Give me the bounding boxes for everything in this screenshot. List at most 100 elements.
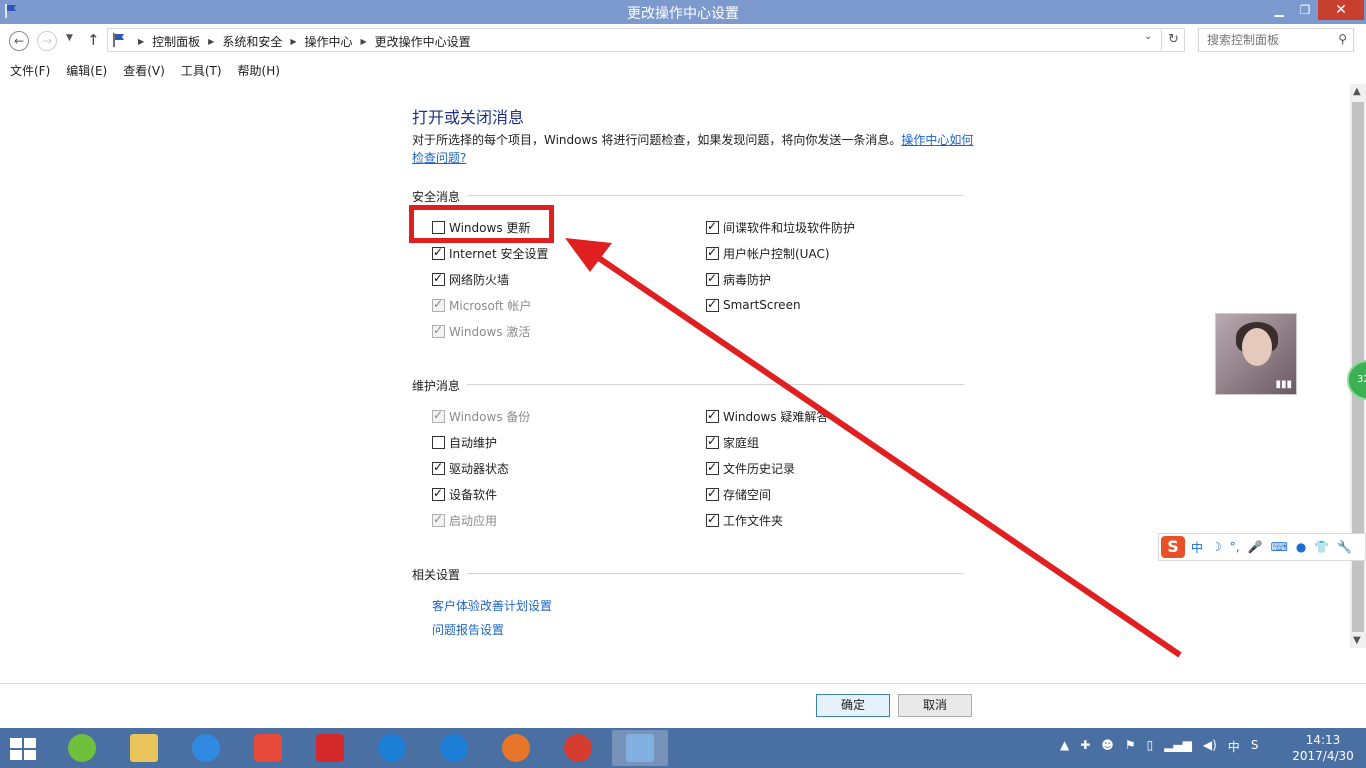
microphone-icon[interactable]: 🎤 — [1248, 540, 1263, 554]
checkbox-label[interactable]: 工作文件夹 — [723, 512, 783, 529]
ceip-settings-link[interactable]: 客户体验改善计划设置 — [432, 597, 552, 614]
menu-view[interactable]: 查看(V) — [123, 60, 165, 82]
checkbox-box[interactable] — [706, 297, 719, 312]
minimize-button[interactable]: ▁ — [1266, 0, 1292, 20]
punctuation-icon[interactable]: °, — [1230, 540, 1240, 554]
cancel-button[interactable]: 取消 — [898, 694, 972, 717]
checkbox-box[interactable] — [706, 434, 719, 449]
start-button[interactable] — [10, 738, 38, 760]
taskbar-app-launcher[interactable] — [54, 730, 110, 766]
search-input[interactable] — [1199, 29, 1329, 51]
checkbox-label[interactable]: 家庭组 — [723, 434, 759, 451]
network-icon[interactable]: ▂▄▆ — [1164, 738, 1192, 755]
plus-icon[interactable]: ✚ — [1080, 738, 1090, 755]
checkbox-box[interactable] — [706, 245, 719, 260]
forward-button[interactable]: → — [37, 31, 57, 51]
search-box[interactable]: ⚲ — [1198, 28, 1354, 52]
taskbar-chrome[interactable] — [550, 730, 606, 766]
ime-tray[interactable]: 中 — [1228, 738, 1240, 755]
checkbox-box[interactable] — [432, 245, 445, 260]
address-bar[interactable]: ▶ 控制面板 ▶ 系统和安全 ▶ 操作中心 ▶ 更改操作中心设置 — [107, 28, 1162, 52]
user-icon[interactable]: ● — [1296, 540, 1306, 554]
checkbox-virus-protection[interactable]: 病毒防护 — [706, 270, 771, 288]
checkbox-box[interactable] — [432, 460, 445, 475]
taskbar-file-explorer[interactable] — [116, 730, 172, 766]
checkbox-box[interactable] — [432, 486, 445, 501]
menu-edit[interactable]: 编辑(E) — [66, 60, 107, 82]
checkbox-box[interactable] — [706, 486, 719, 501]
checkbox-troubleshooting[interactable]: Windows 疑难解答 — [706, 407, 828, 425]
checkbox-file-history[interactable]: 文件历史记录 — [706, 459, 795, 477]
menu-file[interactable]: 文件(F) — [10, 60, 50, 82]
menu-help[interactable]: 帮助(H) — [238, 60, 280, 82]
maximize-button[interactable]: ❐ — [1292, 0, 1318, 20]
checkbox-label[interactable]: Windows 疑难解答 — [723, 408, 828, 425]
checkbox-spyware-protection[interactable]: 间谍软件和垃圾软件防护 — [706, 218, 855, 236]
checkbox-device-software[interactable]: 设备软件 — [432, 485, 497, 503]
taskbar-wps[interactable] — [240, 730, 296, 766]
ime-mode[interactable]: 中 — [1191, 539, 1203, 556]
scroll-up-icon[interactable]: ▲ — [1353, 86, 1361, 97]
taskbar-firefox[interactable] — [488, 730, 544, 766]
checkbox-work-folders[interactable]: 工作文件夹 — [706, 511, 783, 529]
checkbox-uac[interactable]: 用户帐户控制(UAC) — [706, 244, 830, 262]
checkbox-label[interactable]: 设备软件 — [449, 486, 497, 503]
skin-icon[interactable]: 👕 — [1314, 540, 1329, 554]
checkbox-label[interactable]: 间谍软件和垃圾软件防护 — [723, 219, 855, 236]
power-icon[interactable]: ▯ — [1147, 738, 1154, 755]
action-center-icon[interactable]: ⚑ — [1125, 738, 1136, 755]
chevron-right-icon[interactable]: ▶ — [361, 37, 367, 46]
chevron-right-icon[interactable]: ▶ — [290, 37, 296, 46]
problem-report-link[interactable]: 问题报告设置 — [432, 621, 504, 638]
ok-button[interactable]: 确定 — [816, 694, 890, 717]
checkbox-network-firewall[interactable]: 网络防火墙 — [432, 270, 509, 288]
close-button[interactable]: ✕ — [1318, 0, 1364, 20]
back-button[interactable]: ← — [9, 31, 29, 51]
checkbox-storage-spaces[interactable]: 存储空间 — [706, 485, 771, 503]
wrench-icon[interactable]: 🔧 — [1337, 540, 1352, 554]
chevron-right-icon[interactable]: ▶ — [208, 37, 214, 46]
breadcrumb-item-current[interactable]: 更改操作中心设置 — [375, 33, 471, 50]
taskbar-kugou[interactable] — [364, 730, 420, 766]
breadcrumb-item-system-security[interactable]: 系统和安全 — [222, 33, 282, 50]
checkbox-label[interactable]: 存储空间 — [723, 486, 771, 503]
taskbar-control-panel[interactable] — [612, 730, 668, 766]
checkbox-box[interactable] — [706, 460, 719, 475]
breadcrumb-item-control-panel[interactable]: 控制面板 — [152, 33, 200, 50]
checkbox-homegroup[interactable]: 家庭组 — [706, 433, 759, 451]
checkbox-box[interactable] — [432, 435, 445, 449]
checkbox-label[interactable]: 文件历史记录 — [723, 460, 795, 477]
checkbox-label[interactable]: 网络防火墙 — [449, 271, 509, 288]
checkbox-smartscreen[interactable]: SmartScreen — [706, 296, 801, 314]
moon-icon[interactable]: ☽ — [1211, 540, 1222, 554]
checkbox-drive-status[interactable]: 驱动器状态 — [432, 459, 509, 477]
ime-toolbar[interactable]: S 中 ☽ °, 🎤 ⌨ ● 👕 🔧 — [1158, 533, 1366, 561]
refresh-button[interactable]: ↻ — [1163, 28, 1185, 52]
address-dropdown-icon[interactable]: ⌄ — [1144, 31, 1152, 42]
volume-icon[interactable]: ◀) — [1203, 738, 1217, 755]
checkbox-label[interactable]: 驱动器状态 — [449, 460, 509, 477]
taskbar-sogou[interactable] — [426, 730, 482, 766]
qq-icon[interactable]: ☻ — [1101, 738, 1114, 755]
checkbox-label[interactable]: 自动维护 — [449, 434, 497, 451]
show-hidden-icons-icon[interactable]: ▲ — [1060, 738, 1069, 755]
checkbox-internet-security[interactable]: Internet 安全设置 — [432, 244, 548, 262]
checkbox-box[interactable] — [706, 408, 719, 423]
checkbox-label[interactable]: 用户帐户控制(UAC) — [723, 245, 830, 262]
sogou-logo-icon[interactable]: S — [1161, 536, 1185, 558]
checkbox-box[interactable] — [706, 271, 719, 286]
clock[interactable]: 14:13 2017/4/30 — [1288, 732, 1358, 764]
recent-pages-dropdown[interactable]: ▼ — [66, 33, 73, 43]
checkbox-box[interactable] — [432, 271, 445, 286]
checkbox-label[interactable]: SmartScreen — [723, 298, 801, 312]
scroll-down-icon[interactable]: ▼ — [1353, 635, 1361, 646]
checkbox-box[interactable] — [706, 219, 719, 234]
menu-tools[interactable]: 工具(T) — [181, 60, 222, 82]
floating-avatar[interactable]: ▮▮▮ — [1215, 313, 1297, 395]
search-icon[interactable]: ⚲ — [1338, 32, 1347, 46]
checkbox-box[interactable] — [706, 512, 719, 527]
taskbar-notes[interactable] — [178, 730, 234, 766]
keyboard-icon[interactable]: ⌨ — [1271, 540, 1288, 554]
sogou-tray-icon[interactable]: S — [1251, 738, 1259, 755]
checkbox-auto-maintenance[interactable]: 自动维护 — [432, 433, 497, 451]
